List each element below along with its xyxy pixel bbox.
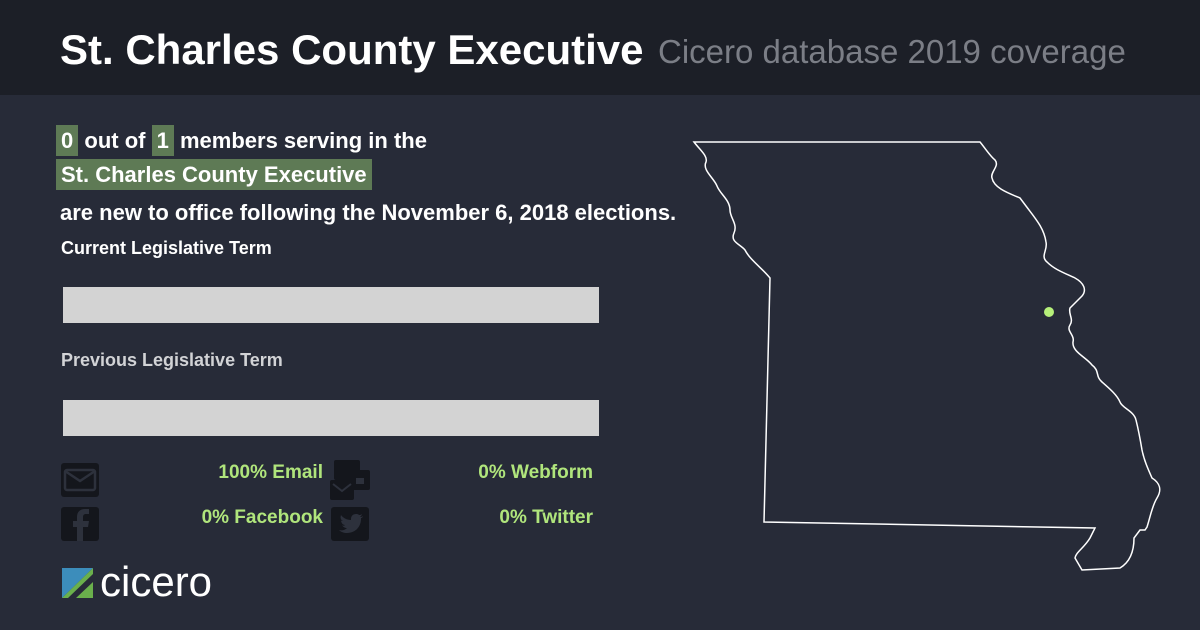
page-subtitle: Cicero database 2019 coverage bbox=[658, 33, 1126, 70]
state-outline bbox=[692, 141, 1161, 571]
cicero-logo-text: cicero bbox=[100, 562, 212, 602]
statement-line-1: 0 out of 1 members serving in the bbox=[56, 125, 427, 156]
county-marker bbox=[1044, 307, 1054, 317]
cicero-logo: cicero bbox=[62, 558, 272, 607]
previous-term-label: Previous Legislative Term bbox=[61, 350, 283, 370]
previous-term-bar bbox=[63, 400, 599, 436]
members-text: members serving in the bbox=[179, 128, 427, 153]
out-of-text: out of bbox=[84, 128, 146, 153]
new-member-count: 0 bbox=[56, 125, 79, 156]
webform-stat: 0% Webform bbox=[478, 462, 593, 483]
facebook-icon bbox=[60, 506, 100, 546]
twitter-stat: 0% Twitter bbox=[499, 507, 593, 528]
page-title: St. Charles County Executive bbox=[60, 26, 644, 73]
envelope-icon bbox=[60, 462, 100, 502]
total-member-count: 1 bbox=[151, 125, 174, 156]
facebook-stat: 0% Facebook bbox=[201, 507, 323, 528]
statement-line-2: St. Charles County Executive bbox=[56, 159, 372, 190]
email-stat: 100% Email bbox=[218, 462, 323, 483]
current-term-bar bbox=[63, 287, 599, 323]
body-name: St. Charles County Executive bbox=[56, 159, 372, 190]
state-map bbox=[692, 141, 1161, 571]
header-band: St. Charles County Executive Cicero data… bbox=[0, 0, 1200, 95]
webform-icon bbox=[330, 460, 370, 500]
statement-line-3: are new to office following the November… bbox=[60, 200, 677, 225]
current-term-label: Current Legislative Term bbox=[61, 238, 272, 258]
twitter-icon bbox=[330, 506, 370, 546]
